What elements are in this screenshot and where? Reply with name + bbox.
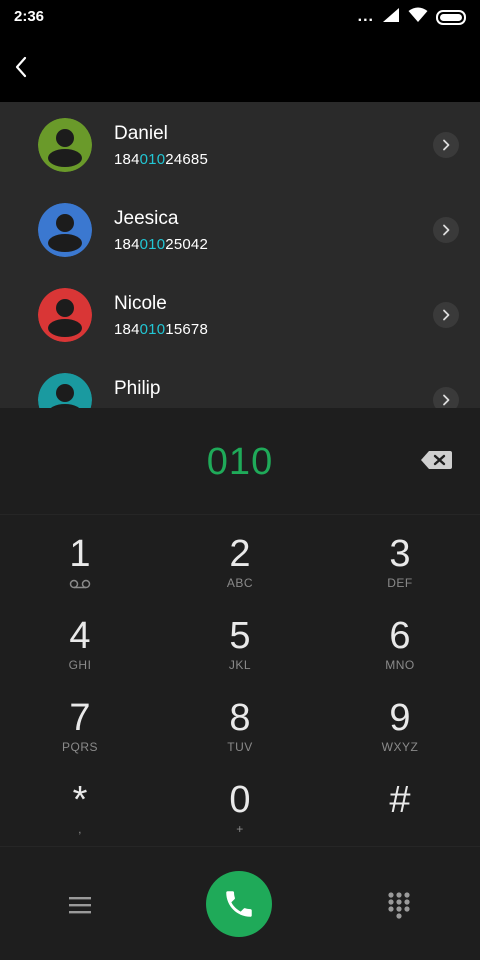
phone-icon [226,891,252,917]
key-digit: 0 [229,779,251,821]
key-letters: MNO [385,658,415,672]
key-7[interactable]: 7 PQRS [20,688,140,768]
key-letters: GHI [68,658,92,672]
top-bar [0,36,480,102]
avatar [38,373,92,408]
contact-item[interactable]: Daniel 18401024685 [0,102,480,187]
key-letters: , [78,822,82,836]
key-0[interactable]: 0 + [180,770,300,850]
contact-suggestion-list[interactable]: Daniel 18401024685 Jeesica 18401025042 N… [0,102,480,408]
contact-details-button[interactable] [433,217,459,243]
key-3[interactable]: 3 DEF [340,524,460,604]
contact-details-button[interactable] [433,302,459,328]
key-digit: 7 [69,697,91,739]
chevron-right-icon [443,224,450,236]
key-letters: TUV [227,740,253,754]
dialer-panel: 010 1 2 ABC 3 DEF 4 GHI 5 JKL 6 MNO 7 PQ… [0,408,480,960]
contact-details-button[interactable] [433,132,459,158]
key-digit: 9 [389,697,411,739]
dial-entry: 010 [0,408,480,515]
key-1[interactable]: 1 [20,524,140,604]
contact-number: 18401015678 [114,321,208,338]
key-digit: 1 [69,533,91,575]
contact-item[interactable]: Philip [0,357,480,408]
chevron-right-icon [443,309,450,321]
key-digit: 8 [229,697,251,739]
contact-details-button[interactable] [433,387,459,408]
keypad: 1 2 ABC 3 DEF 4 GHI 5 JKL 6 MNO 7 PQRS 8… [0,516,480,846]
contact-name: Philip [114,378,161,399]
dialpad-icon [388,892,410,919]
key-digit: 6 [389,615,411,657]
signal-icon [382,7,400,28]
avatar [38,118,92,172]
key-digit: 4 [69,615,91,657]
dialpad-toggle-button[interactable] [381,887,417,923]
key-letters: JKL [228,658,252,672]
key-digit: 5 [229,615,251,657]
key-letters: ABC [226,576,254,590]
contact-name: Daniel [114,123,168,144]
avatar [38,288,92,342]
key-digit: 2 [229,533,251,575]
back-button[interactable] [6,50,36,84]
key-digit: * [72,779,88,821]
key-letters: + [236,822,244,836]
bottom-bar [0,846,480,960]
key-star[interactable]: * , [20,770,140,850]
status-icons: ... [357,7,466,28]
chevron-left-icon [15,56,27,78]
key-digit: # [389,779,411,821]
key-letters: WXYZ [381,740,419,754]
key-2[interactable]: 2 ABC [180,524,300,604]
contact-item[interactable]: Nicole 18401015678 [0,272,480,357]
key-digit: 3 [389,533,411,575]
contact-name: Jeesica [114,208,179,229]
contact-number: 18401025042 [114,236,208,253]
key-hash[interactable]: # [340,770,460,850]
key-8[interactable]: 8 TUV [180,688,300,768]
battery-icon [436,9,466,25]
status-time: 2:36 [14,8,45,25]
contact-name: Nicole [114,293,167,314]
menu-button[interactable] [62,887,98,923]
menu-icon [69,897,91,914]
contact-item[interactable]: Jeesica 18401025042 [0,187,480,272]
more-notifications-indicator: ... [357,8,374,25]
key-letters: PQRS [61,740,98,754]
wifi-icon [408,7,428,28]
voicemail-icon [20,576,140,590]
backspace-icon [421,451,452,469]
key-6[interactable]: 6 MNO [340,606,460,686]
avatar [38,203,92,257]
key-4[interactable]: 4 GHI [20,606,140,686]
chevron-right-icon [443,139,450,151]
contact-number: 18401024685 [114,151,208,168]
dialed-number[interactable]: 010 [0,441,480,484]
status-bar: 2:36 ... [0,0,480,36]
call-button[interactable] [206,871,272,937]
key-9[interactable]: 9 WXYZ [340,688,460,768]
chevron-right-icon [443,394,450,406]
key-letters: DEF [387,576,413,590]
key-5[interactable]: 5 JKL [180,606,300,686]
backspace-button[interactable] [419,448,453,472]
